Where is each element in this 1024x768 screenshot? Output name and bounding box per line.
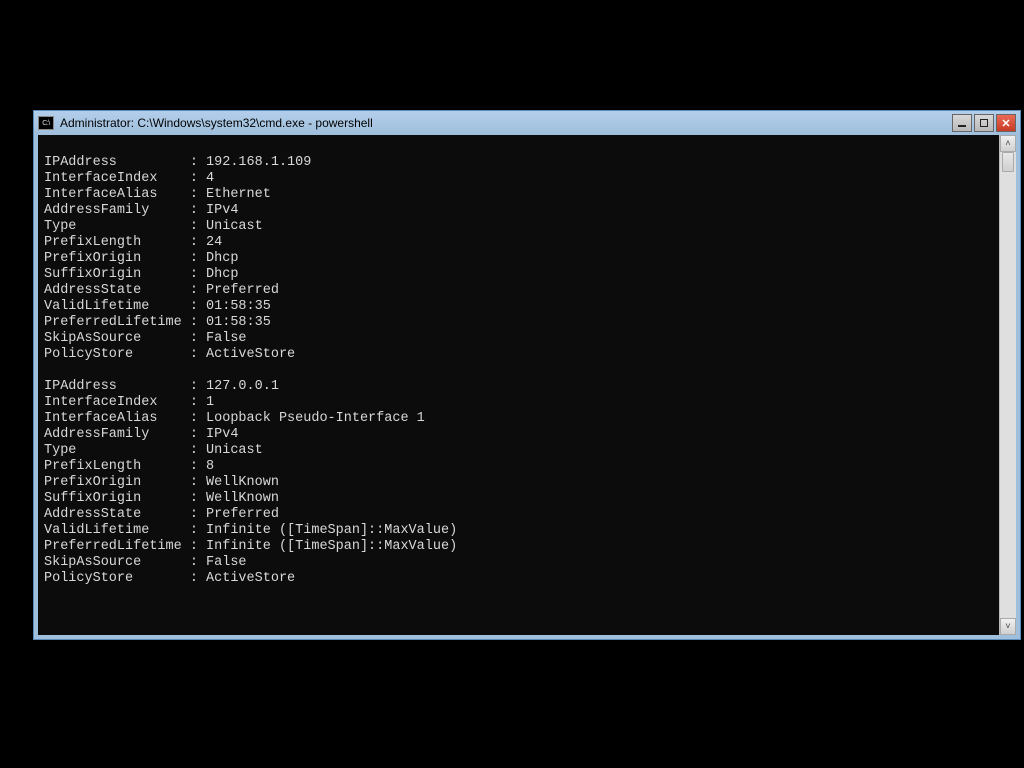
scroll-thumb[interactable]	[1002, 152, 1014, 172]
close-button[interactable]: ✕	[996, 114, 1016, 132]
window-controls: ✕	[952, 114, 1016, 132]
cmd-window: C:\ Administrator: C:\Windows\system32\c…	[33, 110, 1021, 640]
maximize-button[interactable]	[974, 114, 994, 132]
terminal-output[interactable]: IPAddress : 192.168.1.109 InterfaceIndex…	[38, 135, 999, 635]
minimize-button[interactable]	[952, 114, 972, 132]
vertical-scrollbar[interactable]: ˄ ˅	[999, 135, 1016, 635]
scroll-up-button[interactable]: ˄	[1000, 135, 1016, 152]
client-area: IPAddress : 192.168.1.109 InterfaceIndex…	[38, 135, 1016, 635]
titlebar[interactable]: C:\ Administrator: C:\Windows\system32\c…	[34, 111, 1020, 135]
window-title: Administrator: C:\Windows\system32\cmd.e…	[60, 116, 952, 130]
cmd-icon: C:\	[38, 116, 54, 130]
scroll-down-button[interactable]: ˅	[1000, 618, 1016, 635]
